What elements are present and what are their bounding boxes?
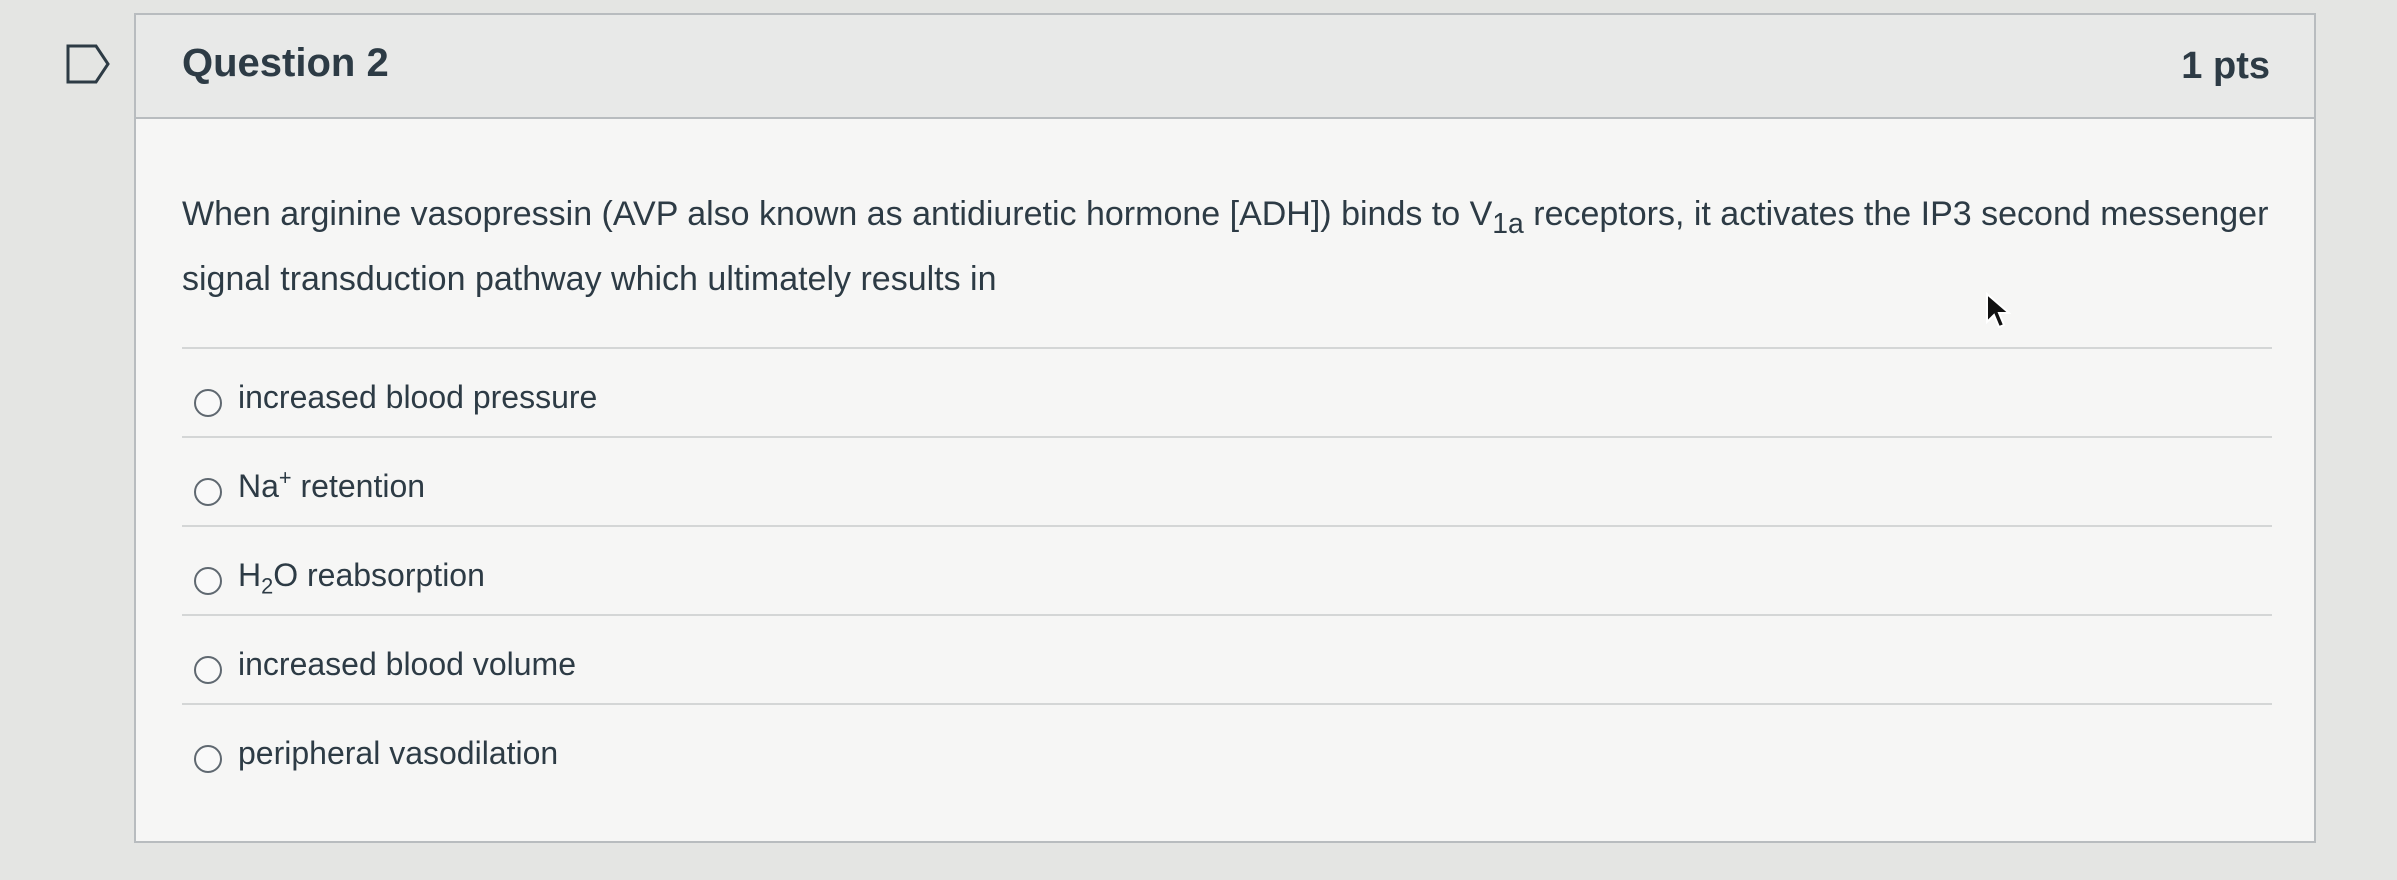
answer-label[interactable]: peripheral vasodilation	[238, 735, 558, 772]
question-text: When arginine vasopressin (AVP also know…	[182, 187, 2292, 307]
answer-option[interactable]: increased blood volume	[182, 616, 2272, 705]
radio-button[interactable]	[194, 745, 222, 773]
answer-label[interactable]: Na+ retention	[238, 465, 426, 505]
answer-option[interactable]: peripheral vasodilation	[182, 705, 2272, 794]
question-title: Question 2	[182, 41, 389, 85]
answer-text: increased blood volume	[238, 646, 576, 682]
answer-list: increased blood pressure Na+ retention H…	[182, 347, 2272, 794]
radio-button[interactable]	[194, 656, 222, 684]
answer-option[interactable]: H2O reabsorption	[182, 527, 2272, 616]
answer-subscript: 2	[261, 573, 274, 599]
answer-superscript: +	[278, 465, 292, 491]
answer-text-suffix: retention	[291, 468, 426, 504]
question-text-part1: When arginine vasopressin (AVP also know…	[182, 195, 1493, 233]
question-header: Question 2 1 pts	[136, 15, 2314, 119]
question-points: 1 pts	[2181, 45, 2270, 87]
answer-text: H	[238, 557, 262, 593]
answer-text: increased blood pressure	[238, 379, 598, 415]
mouse-pointer-icon	[1986, 292, 2011, 329]
question-text-subscript: 1a	[1492, 207, 1524, 240]
answer-label[interactable]: increased blood volume	[238, 646, 576, 683]
answer-text-suffix: O reabsorption	[273, 557, 485, 593]
answer-label[interactable]: increased blood pressure	[238, 379, 597, 416]
radio-button[interactable]	[194, 478, 222, 506]
answer-option[interactable]: increased blood pressure	[182, 349, 2272, 438]
answer-option[interactable]: Na+ retention	[182, 438, 2272, 527]
answer-text: peripheral vasodilation	[238, 735, 559, 771]
answer-text: Na	[238, 468, 279, 504]
radio-button[interactable]	[194, 389, 222, 417]
question-card: Question 2 1 pts When arginine vasopress…	[134, 13, 2316, 843]
answer-label[interactable]: H2O reabsorption	[238, 557, 485, 597]
flag-question-icon[interactable]	[66, 44, 110, 84]
radio-button[interactable]	[194, 567, 222, 595]
